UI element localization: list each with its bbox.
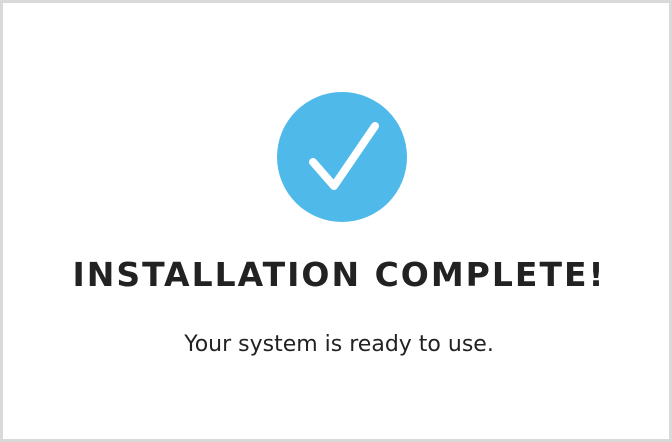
completion-message: Your system is ready to use. (184, 332, 494, 357)
checkmark-circle-icon (277, 92, 407, 222)
completion-title: INSTALLATION COMPLETE! (72, 255, 606, 294)
installation-complete-panel: INSTALLATION COMPLETE! Your system is re… (0, 0, 672, 442)
